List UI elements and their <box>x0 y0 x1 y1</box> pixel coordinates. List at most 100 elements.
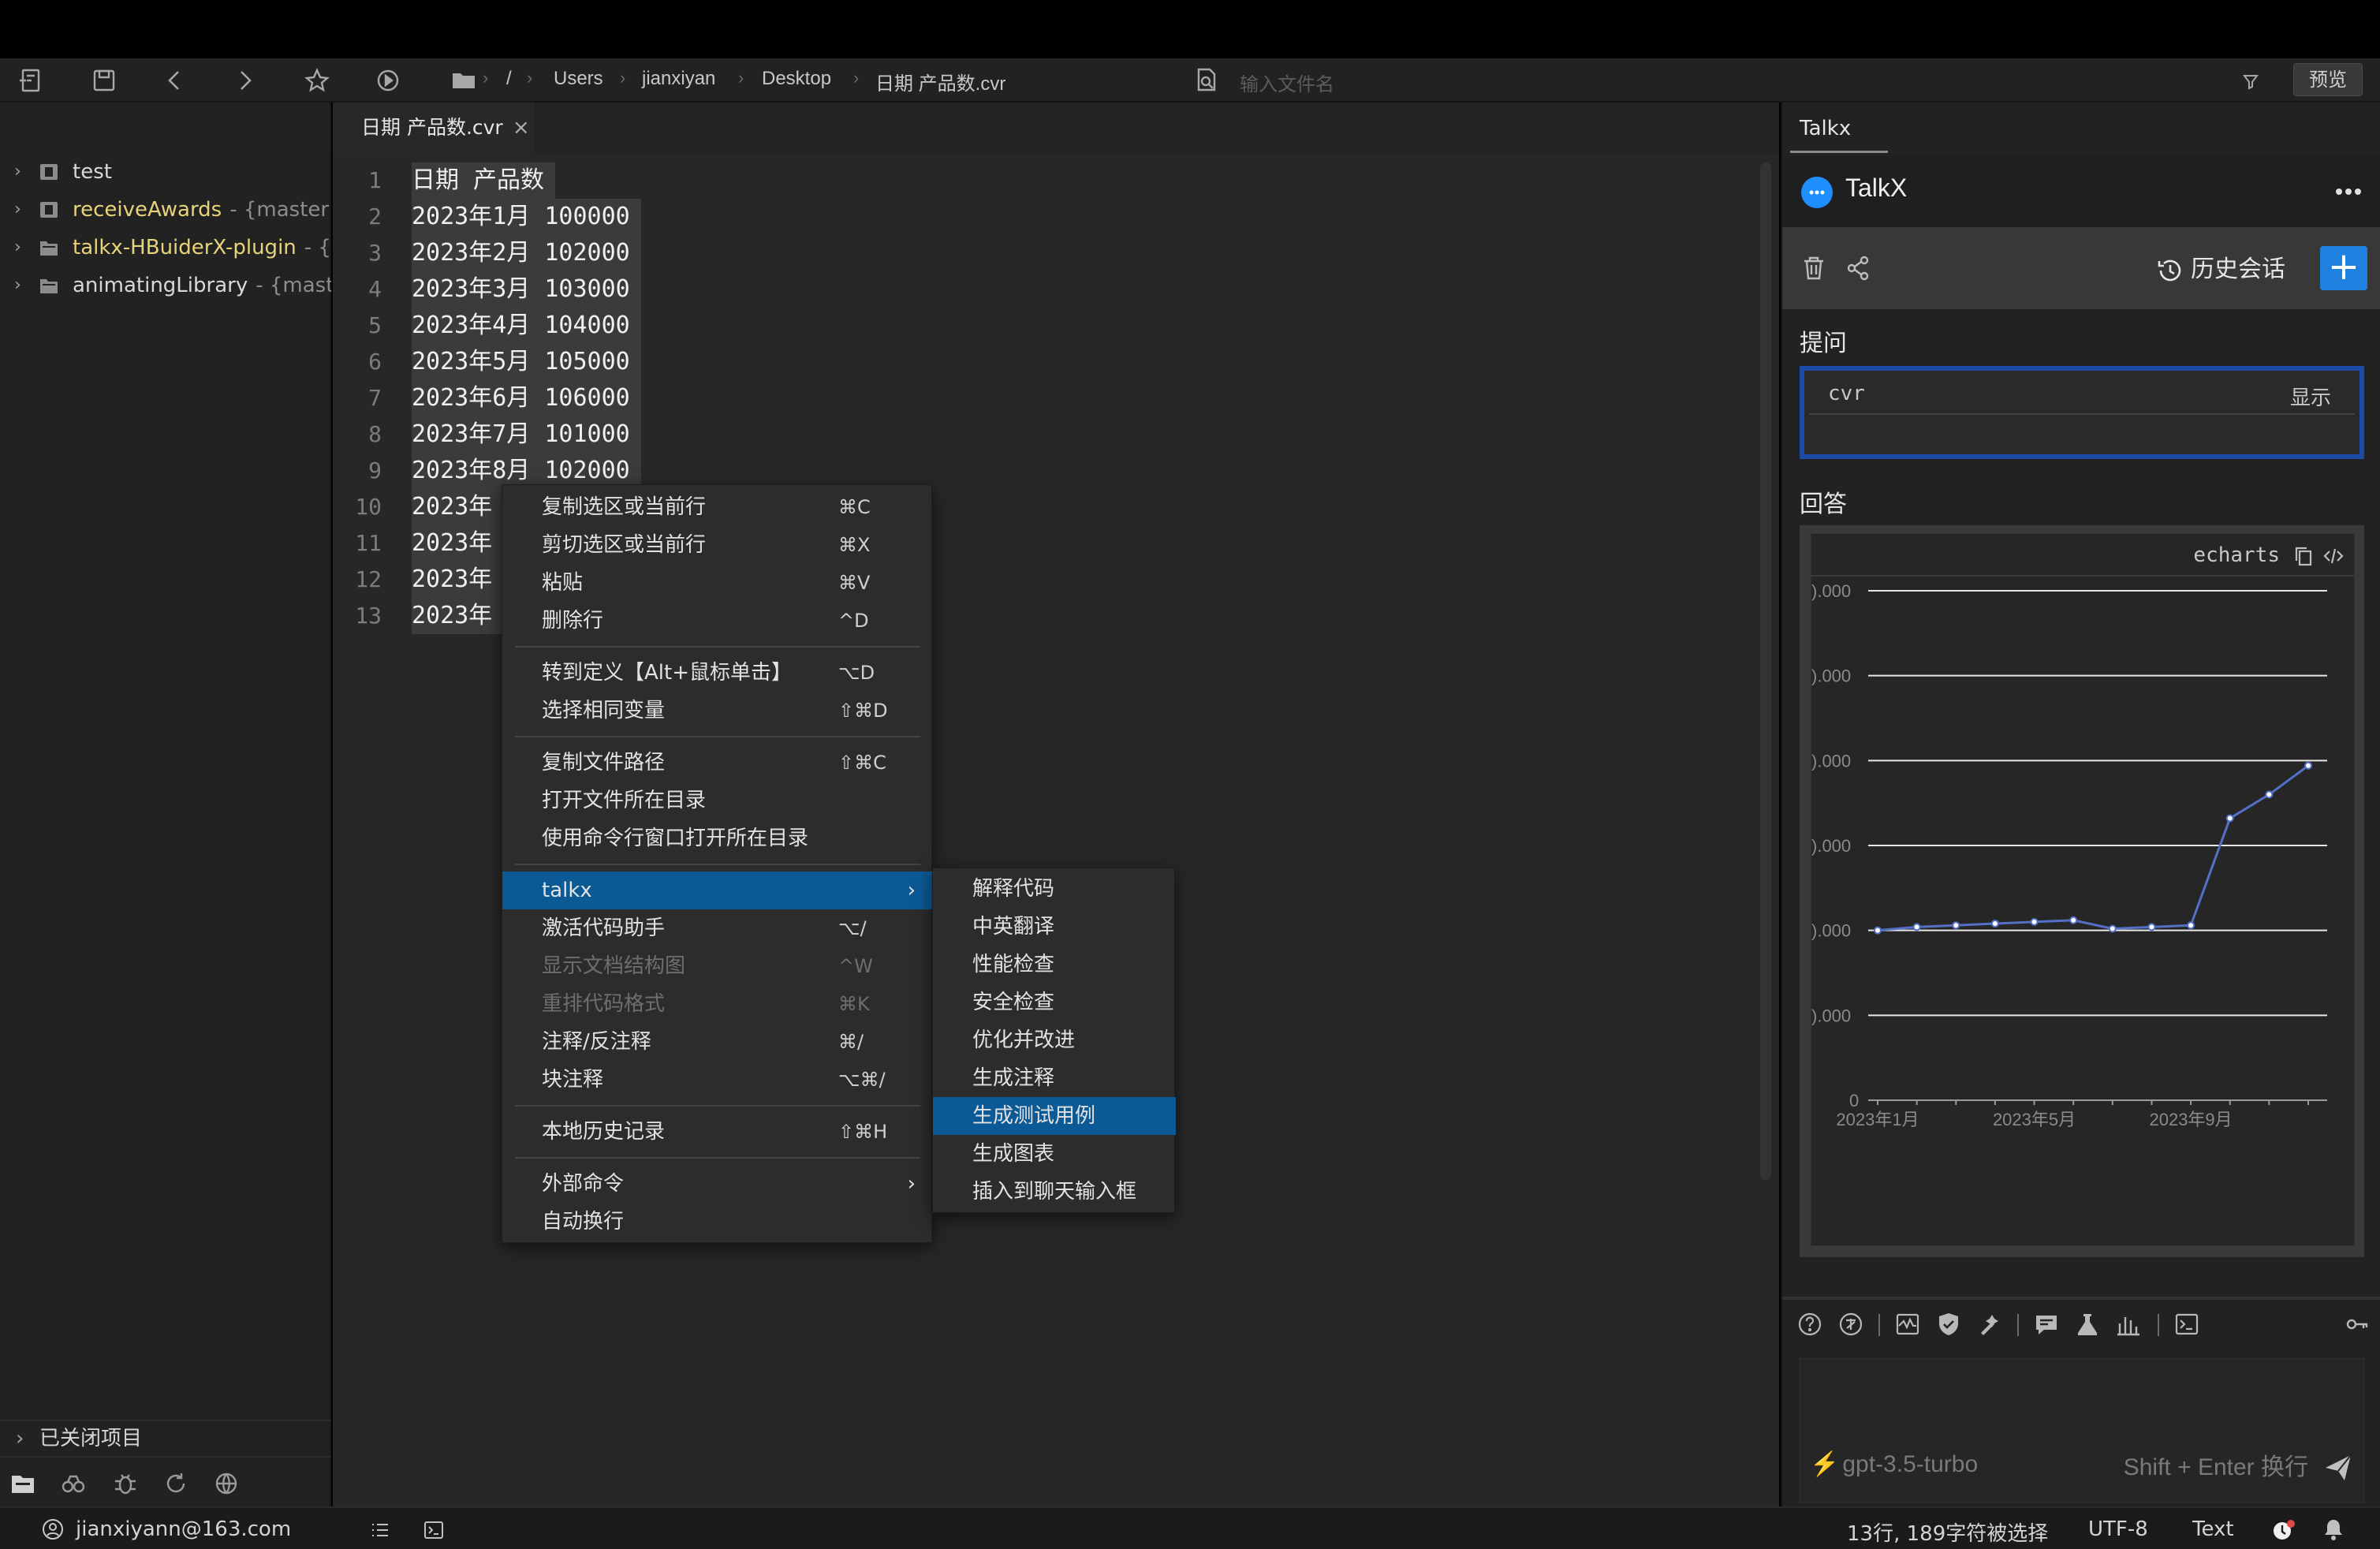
chart-y-tick-label: ).000 <box>1811 836 1851 856</box>
filter-icon[interactable] <box>2240 66 2262 95</box>
line-text: 2023年1月 100000 <box>412 199 641 235</box>
question-row: cvr 显示 <box>1809 375 2355 415</box>
menu-item-block-comment[interactable]: 块注释 ⌥⌘/ <box>502 1061 933 1099</box>
user-account[interactable]: jianxiyann@163.com <box>76 1517 291 1541</box>
run-icon[interactable] <box>374 66 402 95</box>
sync-icon[interactable] <box>162 1470 189 1497</box>
chart-point <box>1990 920 1999 928</box>
share-icon[interactable] <box>1844 254 1872 282</box>
history-button[interactable]: 历史会话 <box>2156 249 2285 285</box>
code-icon[interactable] <box>2322 545 2345 567</box>
menu-item-word-wrap[interactable]: 自动换行 <box>502 1203 933 1241</box>
menu-item-toggle-comment[interactable]: 注释/反注释 ⌘/ <box>502 1023 933 1061</box>
project-item-test[interactable]: › test <box>0 155 331 189</box>
menu-item-copy[interactable]: 复制选区或当前行 ⌘C <box>502 488 933 526</box>
editor-line: 2 2023年1月 100000 <box>333 199 1779 235</box>
bell-icon[interactable] <box>2322 1517 2345 1541</box>
comment-icon[interactable] <box>2033 1311 2060 1338</box>
project-item-animatinglibrary[interactable]: › animatingLibrary - {maste <box>0 268 331 303</box>
star-icon[interactable] <box>303 66 331 95</box>
breadcrumb-root[interactable]: / <box>506 68 512 90</box>
send-icon[interactable] <box>2322 1452 2354 1484</box>
closed-projects-item[interactable]: › 已关闭项目 <box>0 1420 331 1454</box>
submenu-item-optimize[interactable]: 优化并改进 <box>933 1021 1176 1059</box>
menu-item-select-same[interactable]: 选择相同变量 ⇧⌘D <box>502 692 933 730</box>
menu-item-local-history[interactable]: 本地历史记录 ⇧⌘H <box>502 1113 933 1151</box>
menu-item-goto-definition[interactable]: 转到定义【Alt+鼠标单击】 ⌥D <box>502 654 933 692</box>
bug-icon[interactable] <box>112 1470 139 1497</box>
shield-icon[interactable] <box>1935 1311 1962 1338</box>
terminal-icon[interactable] <box>2173 1311 2200 1338</box>
tab-talkx[interactable]: Talkx <box>1790 109 1888 153</box>
line-number: 11 <box>355 530 382 556</box>
help-icon[interactable] <box>1796 1311 1823 1338</box>
menu-item-open-terminal[interactable]: 使用命令行窗口打开所在目录 <box>502 819 933 857</box>
new-file-icon[interactable] <box>17 66 46 95</box>
folder-icon[interactable] <box>450 66 478 95</box>
project-name: animatingLibrary <box>73 274 248 297</box>
tab-current-file[interactable]: 日期 产品数.cvr × <box>333 103 535 153</box>
new-chat-button[interactable]: + <box>2320 246 2367 290</box>
more-icon[interactable] <box>2333 180 2364 203</box>
talkx-actions-bar: 历史会话 + <box>1782 227 2380 309</box>
bar-chart-icon[interactable] <box>2115 1311 2142 1338</box>
key-icon[interactable] <box>2344 1311 2371 1338</box>
submenu-item-comments[interactable]: 生成注释 <box>933 1059 1176 1097</box>
copy-icon[interactable] <box>2292 545 2315 567</box>
newline-hint: Shift + Enter 换行 <box>2123 1454 2308 1480</box>
menu-item-paste[interactable]: 粘贴 ⌘V <box>502 564 933 602</box>
project-item-receiveawards[interactable]: › receiveAwards - {master} <box>0 192 331 227</box>
submenu-item-chart[interactable]: 生成图表 <box>933 1135 1176 1173</box>
line-number: 9 <box>368 457 382 483</box>
submenu-item-performance[interactable]: 性能检查 <box>933 946 1176 984</box>
menu-item-code-assistant[interactable]: 激活代码助手 ⌥/ <box>502 909 933 947</box>
model-selector[interactable]: ⚡ gpt-3.5-turbo <box>1810 1450 1978 1478</box>
breadcrumb-desktop[interactable]: Desktop <box>762 68 831 90</box>
chart-series-line <box>1877 764 2309 932</box>
menu-item-delete-line[interactable]: 删除行 ^D <box>502 602 933 640</box>
update-icon[interactable] <box>2271 1517 2296 1543</box>
explorer-icon[interactable] <box>9 1470 36 1497</box>
chat-input[interactable]: ⚡ gpt-3.5-turbo Shift + Enter 换行 <box>1800 1358 2364 1503</box>
forward-icon[interactable] <box>230 66 259 95</box>
tool-separator <box>2158 1314 2159 1336</box>
flask-icon[interactable] <box>2074 1311 2101 1338</box>
trash-icon[interactable] <box>1800 254 1828 282</box>
close-icon[interactable]: × <box>513 103 530 153</box>
optimize-icon[interactable] <box>1976 1311 2003 1338</box>
project-item-talkx-plugin[interactable]: › talkx-HBuiderX-plugin - { <box>0 230 331 265</box>
terminal-icon[interactable] <box>423 1519 445 1541</box>
performance-icon[interactable] <box>1894 1311 1921 1338</box>
question-label: 提问 <box>1800 330 1847 357</box>
submenu-item-security[interactable]: 安全检查 <box>933 984 1176 1021</box>
submenu-item-explain[interactable]: 解释代码 <box>933 870 1176 908</box>
window-title-bar <box>0 0 2380 58</box>
save-icon[interactable] <box>90 66 118 95</box>
submenu-item-test-cases[interactable]: 生成测试用例 <box>933 1097 1176 1135</box>
menu-item-cut[interactable]: 剪切选区或当前行 ⌘X <box>502 526 933 564</box>
menu-item-talkx[interactable]: talkx › <box>502 872 933 909</box>
submenu-item-insert-chat[interactable]: 插入到聊天输入框 <box>933 1173 1176 1211</box>
menu-item-open-folder[interactable]: 打开文件所在目录 <box>502 782 933 819</box>
chevron-right-icon: › <box>14 200 21 219</box>
encoding[interactable]: UTF-8 <box>2088 1517 2148 1541</box>
context-menu: 复制选区或当前行 ⌘C 剪切选区或当前行 ⌘X 粘贴 ⌘V 删除行 ^D 转到定义【Al… <box>502 484 933 1243</box>
line-number: 5 <box>368 312 382 338</box>
breadcrumb-file[interactable]: 日期 产品数.cvr <box>875 68 1005 95</box>
breadcrumb-user[interactable]: jianxiyan <box>642 68 715 90</box>
back-icon[interactable] <box>161 66 189 95</box>
menu-item-copy-path[interactable]: 复制文件路径 ⇧⌘C <box>502 744 933 782</box>
plugin-icon[interactable] <box>213 1470 240 1497</box>
file-search-input[interactable]: 输入文件名 <box>1240 69 1334 96</box>
preview-button[interactable]: 预览 <box>2293 63 2363 96</box>
translate-icon[interactable] <box>1837 1311 1864 1338</box>
submenu-item-translate[interactable]: 中英翻译 <box>933 908 1176 946</box>
list-icon[interactable] <box>369 1519 391 1541</box>
menu-item-external-command[interactable]: 外部命令 › <box>502 1165 933 1203</box>
binoculars-icon[interactable] <box>60 1470 87 1497</box>
language-mode[interactable]: Text <box>2192 1517 2234 1541</box>
show-toggle[interactable]: 显示 <box>2290 382 2331 411</box>
breadcrumb-users[interactable]: Users <box>554 68 603 90</box>
line-text: 2023年6月 106000 <box>412 380 641 416</box>
editor-scrollbar[interactable] <box>1760 162 1771 1180</box>
